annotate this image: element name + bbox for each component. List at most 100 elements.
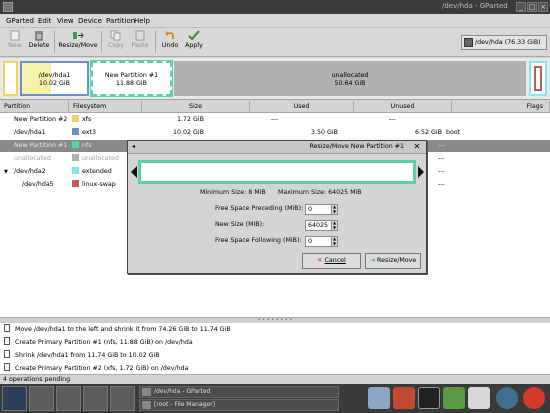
size: 10.02 GiB	[173, 129, 204, 136]
workspace-2[interactable]	[29, 386, 54, 411]
harddisk-icon	[464, 38, 473, 47]
close-window-button[interactable]: ×	[538, 2, 548, 12]
following-label: Free Space Following (MiB):	[215, 237, 302, 244]
left-resize-handle[interactable]	[131, 166, 137, 178]
filesystem: extended	[82, 168, 112, 175]
col-unused[interactable]: Unused	[354, 101, 452, 113]
minimize-button[interactable]: _	[516, 2, 526, 12]
unused: ---	[389, 116, 396, 123]
copy-icon	[110, 30, 121, 41]
app-icon	[3, 2, 13, 12]
fs-color-swatch	[72, 167, 79, 174]
unused: 6.52 GiB	[415, 129, 442, 136]
graph-segment-extended[interactable]	[529, 61, 547, 96]
resize-move-button[interactable]: Resize/Move	[58, 30, 98, 55]
table-row[interactable]: New Partition #2 xfs 1.72 GiB --- ---	[0, 114, 550, 126]
operation-text: Move /dev/hda1 to the left and shrink it…	[15, 326, 231, 333]
resize-icon	[73, 32, 84, 39]
window-title: /dev/hda - GParted	[442, 2, 508, 10]
col-size[interactable]: Size	[142, 101, 250, 113]
resize-move-confirm-button[interactable]: ⇥ Resize/Move	[365, 253, 421, 269]
document-icon	[4, 337, 10, 345]
power-icon[interactable]	[523, 387, 545, 409]
resize-bar[interactable]	[138, 160, 416, 184]
preceding-label: Free Space Preceding (MiB):	[215, 205, 304, 212]
network-icon[interactable]	[393, 387, 415, 409]
graph-segment-new1[interactable]: New Partition #1 11.88 GiB	[90, 60, 173, 97]
window-titlebar: /dev/hda - GParted _ □ ×	[0, 0, 550, 14]
list-item[interactable]: Move /dev/hda1 to the left and shrink it…	[4, 324, 231, 336]
menu-edit[interactable]: Edit	[38, 17, 52, 25]
dialog-title: Resize/Move New Partition #1	[309, 143, 404, 150]
partition-name: New Partition #2	[14, 116, 68, 123]
following-input[interactable]: 0 ▲ ▼	[305, 236, 338, 247]
filesystem: unallocated	[82, 155, 119, 162]
graph-hda1-name: /dev/hda1	[38, 72, 71, 79]
table-row[interactable]: /dev/hda1 ext3 10.02 GiB 3.50 GiB 6.52 G…	[0, 127, 550, 139]
new-size-input[interactable]: 64025 ▲ ▼	[305, 220, 338, 231]
trash-icon	[35, 31, 43, 41]
resize-move-dialog: ◂ Resize/Move New Partition #1 ✕ Minimum…	[127, 140, 427, 274]
workspace-5[interactable]	[110, 386, 135, 411]
cancel-icon: ✕	[317, 257, 323, 264]
screenshot-icon[interactable]	[468, 387, 490, 409]
device-selector[interactable]: /dev/hda (76.33 GiB)	[461, 35, 547, 50]
menu-gparted[interactable]: GParted	[6, 17, 34, 25]
cancel-button[interactable]: ✕ Cancel	[302, 253, 361, 269]
apply-button[interactable]: Apply	[183, 30, 205, 55]
new-size-value: 64025	[308, 222, 329, 229]
col-flags[interactable]: Flags	[452, 101, 550, 113]
right-resize-handle[interactable]	[418, 166, 424, 178]
workspace-3[interactable]	[56, 386, 81, 411]
col-partition[interactable]: Partition	[0, 101, 69, 113]
menu-device[interactable]: Device	[78, 17, 102, 25]
new-size-label: New Size (MiB):	[215, 221, 265, 228]
new-button[interactable]: New	[4, 30, 26, 55]
list-item[interactable]: Create Primary Partition #1 (nfs, 11.88 …	[4, 337, 193, 349]
lifebuoy-icon[interactable]	[496, 387, 518, 409]
menu-view[interactable]: View	[57, 17, 74, 25]
toolbar: New Delete Resize/Move Copy Paste Undo A…	[0, 28, 550, 57]
fs-color-swatch	[72, 141, 79, 148]
preceding-input[interactable]: 0 ▲ ▼	[305, 204, 338, 215]
partition-graph: /dev/hda1 10.02 GiB New Partition #1 11.…	[0, 58, 550, 100]
spinner-arrows-icon[interactable]: ▲ ▼	[331, 236, 337, 246]
filesystem: xfs	[82, 116, 92, 123]
workspace-1[interactable]	[2, 386, 27, 411]
list-item[interactable]: Create Primary Partition #2 (xfs, 1.72 G…	[4, 363, 188, 375]
editor-icon[interactable]	[443, 387, 465, 409]
filesystem: linux-swap	[82, 181, 116, 188]
unused: ---	[438, 142, 445, 149]
task-gparted[interactable]: /dev/hda - GParted	[139, 386, 339, 398]
graph-segment-unallocated[interactable]: unallocated 50.64 GiB	[174, 61, 526, 96]
menu-help[interactable]: Help	[134, 17, 150, 25]
undo-icon	[165, 31, 174, 39]
graph-segment-swap[interactable]	[534, 66, 542, 91]
graph-segment-new2[interactable]	[3, 61, 18, 96]
delete-button[interactable]: Delete	[28, 30, 50, 55]
col-filesystem[interactable]: Filesystem	[69, 101, 142, 113]
workspace-4[interactable]	[83, 386, 108, 411]
folder-icon	[142, 401, 151, 409]
list-item[interactable]: Shrink /dev/hda1 from 11.74 GiB to 10.02…	[4, 350, 160, 362]
partition-name: /dev/hda2	[14, 168, 46, 175]
graph-segment-hda1[interactable]: /dev/hda1 10.02 GiB	[20, 61, 89, 96]
maximize-button[interactable]: □	[527, 2, 537, 12]
task-file-manager[interactable]: [root - File Manager]	[139, 399, 339, 411]
menu-partition[interactable]: Partition	[106, 17, 135, 25]
spinner-arrows-icon[interactable]: ▲ ▼	[331, 220, 337, 230]
paste-button[interactable]: Paste	[129, 30, 151, 55]
display-settings-icon[interactable]	[368, 387, 390, 409]
preceding-value: 0	[308, 206, 313, 213]
toolbar-separator	[101, 31, 102, 53]
col-used[interactable]: Used	[250, 101, 354, 113]
copy-button[interactable]: Copy	[105, 30, 127, 55]
dialog-menu-icon[interactable]: ◂	[132, 141, 135, 153]
partition-name: New Partition #1	[14, 142, 68, 149]
spinner-arrows-icon[interactable]: ▲ ▼	[331, 204, 337, 214]
undo-button[interactable]: Undo	[159, 30, 181, 55]
partition-name: /dev/hda5	[22, 181, 54, 188]
dialog-close-icon[interactable]: ✕	[412, 142, 422, 152]
expander-arrow-icon[interactable]: ▼	[4, 166, 8, 178]
terminal-icon[interactable]	[418, 387, 440, 409]
